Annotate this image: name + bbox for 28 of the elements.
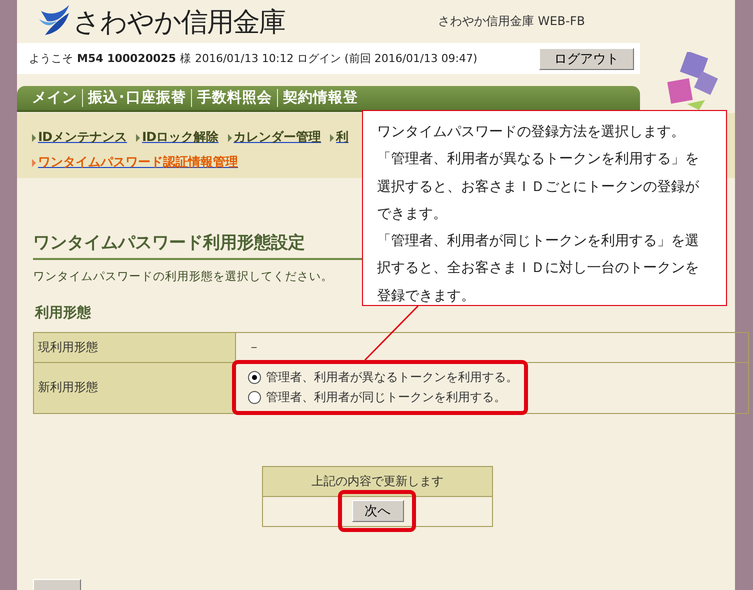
row-label: 新利用形態 [34, 362, 236, 414]
logout-button[interactable]: ログアウト [539, 48, 634, 70]
leader-line [364, 306, 420, 361]
nav-item[interactable]: 手数料照会 [192, 88, 277, 108]
sub-nav-link[interactable]: カレンダー管理 [228, 129, 322, 146]
nav-item[interactable]: 振込･口座振替 [83, 88, 191, 108]
greeting-text: ようこそ [29, 51, 73, 66]
next-button[interactable]: 次へ [352, 500, 404, 522]
confirm-message: 上記の内容で更新します [263, 466, 492, 497]
radio-label[interactable]: 管理者、利用者が異なるトークンを利用する。 [266, 369, 518, 386]
instruction-text: ワンタイムパスワードの利用形態を選択してください。 [33, 268, 333, 284]
row-value: － [236, 332, 748, 362]
nav-item[interactable]: 契約情報登 [278, 88, 363, 108]
user-id: M54 100020025 [77, 52, 176, 66]
section-title: 利用形態 [35, 304, 92, 322]
radio-label[interactable]: 管理者、利用者が同じトークンを利用する。 [266, 389, 506, 406]
row-label: 現利用形態 [34, 332, 236, 362]
sub-nav-link[interactable]: IDロック解除 [136, 129, 219, 146]
sub-nav-link[interactable]: IDメンテナンス [32, 129, 128, 146]
login-info: 2016/01/13 10:12 ログイン (前回 2016/01/13 09:47) [194, 51, 478, 66]
logo-text: さわやか信用金庫 [73, 6, 285, 40]
sub-nav-link[interactable]: 利 [330, 129, 349, 146]
help-tooltip: ワンタイムパスワードの登録方法を選択します。 「管理者、利用者が異なるトークンを利用する」を 選択すると、お客さまＩＤごとにトークンの登録が できます。 「管理者、利用者が同じトークンを利用する」を選 択すると、全お客さまＩＤに対し一台のトークンを 登録できます。 [362, 110, 727, 306]
radio-button[interactable] [248, 391, 261, 404]
site-label: さわやか信用金庫 WEB-FB [438, 13, 585, 30]
nav-item[interactable]: メイン [27, 88, 82, 108]
honorific-text: 様 [180, 51, 191, 66]
radio-button[interactable] [248, 371, 261, 384]
